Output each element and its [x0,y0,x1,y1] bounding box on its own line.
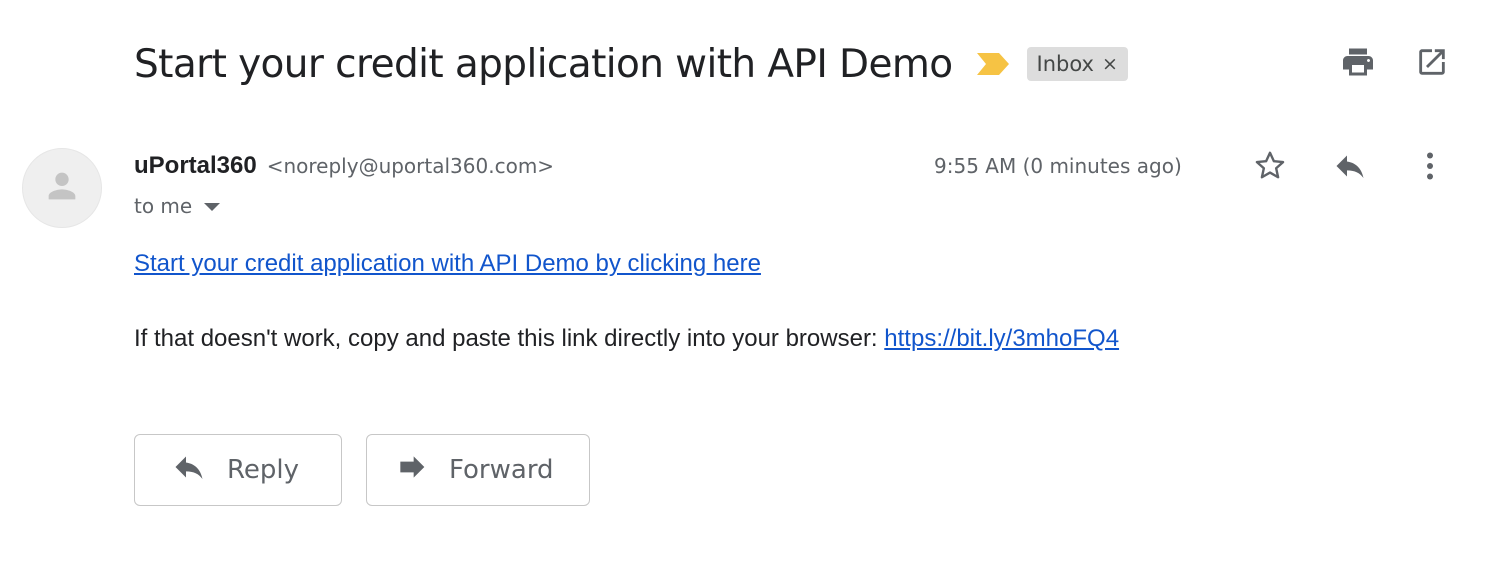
forward-icon [395,451,427,490]
open-in-new-window-icon[interactable] [1414,44,1450,80]
sender-email: <noreply@uportal360.com> [266,154,555,178]
thread-actions [1340,44,1450,80]
remove-label-icon[interactable]: × [1102,54,1118,74]
fallback-text: If that doesn't work, copy and paste thi… [134,325,885,352]
email-subject: Start your credit application with API D… [134,41,953,87]
label-chip-inbox: Inbox × [1026,47,1128,81]
recipient-details-toggle[interactable]: to me [134,194,221,218]
reply-icon [171,449,207,492]
reply-button-label: Reply [227,455,300,485]
star-icon[interactable] [1252,148,1288,184]
forward-button-label: Forward [449,455,554,485]
credit-application-link[interactable]: Start your credit application with API D… [134,250,761,278]
email-timestamp: 9:55 AM (0 minutes ago) [934,154,1182,178]
reply-icon[interactable] [1332,148,1368,184]
print-icon[interactable] [1340,44,1376,80]
email-body-text: If that doesn't work, copy and paste thi… [134,325,1119,353]
avatar[interactable] [22,148,102,228]
email-view: Start your credit application with API D… [0,0,1496,570]
importance-marker-icon[interactable] [976,53,1009,75]
message-actions [1252,148,1448,184]
subject-header: Start your credit application with API D… [134,38,1128,90]
sender-info: uPortal360 <noreply@uportal360.com> [134,152,554,180]
forward-button[interactable]: Forward [366,434,590,506]
recipient-label: to me [134,194,193,218]
reply-button[interactable]: Reply [134,434,342,506]
sender-name[interactable]: uPortal360 [134,152,257,180]
fallback-url-link[interactable]: https://bit.ly/3mhoFQ4 [884,325,1119,352]
more-vertical-icon[interactable] [1412,148,1448,184]
label-chip-text: Inbox [1036,52,1094,76]
chevron-down-icon [204,203,221,211]
person-icon [42,166,82,211]
